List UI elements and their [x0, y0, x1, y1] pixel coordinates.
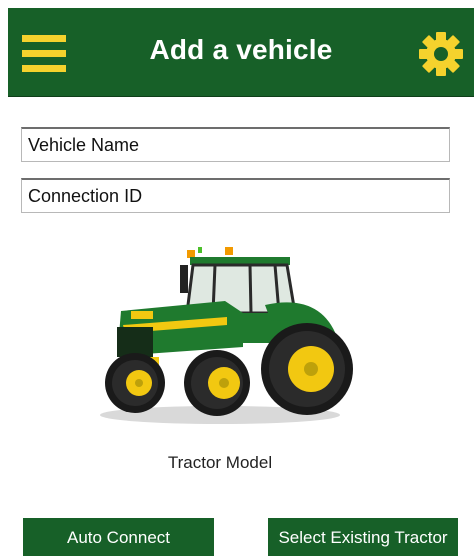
tractor-image — [100, 247, 353, 424]
gear-icon[interactable] — [418, 31, 464, 77]
connection-id-input[interactable] — [21, 178, 450, 213]
tractor-model-label: Tractor Model — [167, 453, 273, 472]
auto-connect-button[interactable]: Auto Connect — [23, 518, 214, 556]
vehicle-name-input[interactable] — [21, 127, 450, 162]
app-header: Add a vehicle — [8, 8, 474, 97]
add-vehicle-screen: Add a vehicle Vehicle Name Connection ID… — [0, 0, 474, 556]
page-title: Add a vehicle — [149, 34, 333, 65]
select-existing-tractor-button[interactable]: Select Existing Tractor — [268, 518, 458, 556]
